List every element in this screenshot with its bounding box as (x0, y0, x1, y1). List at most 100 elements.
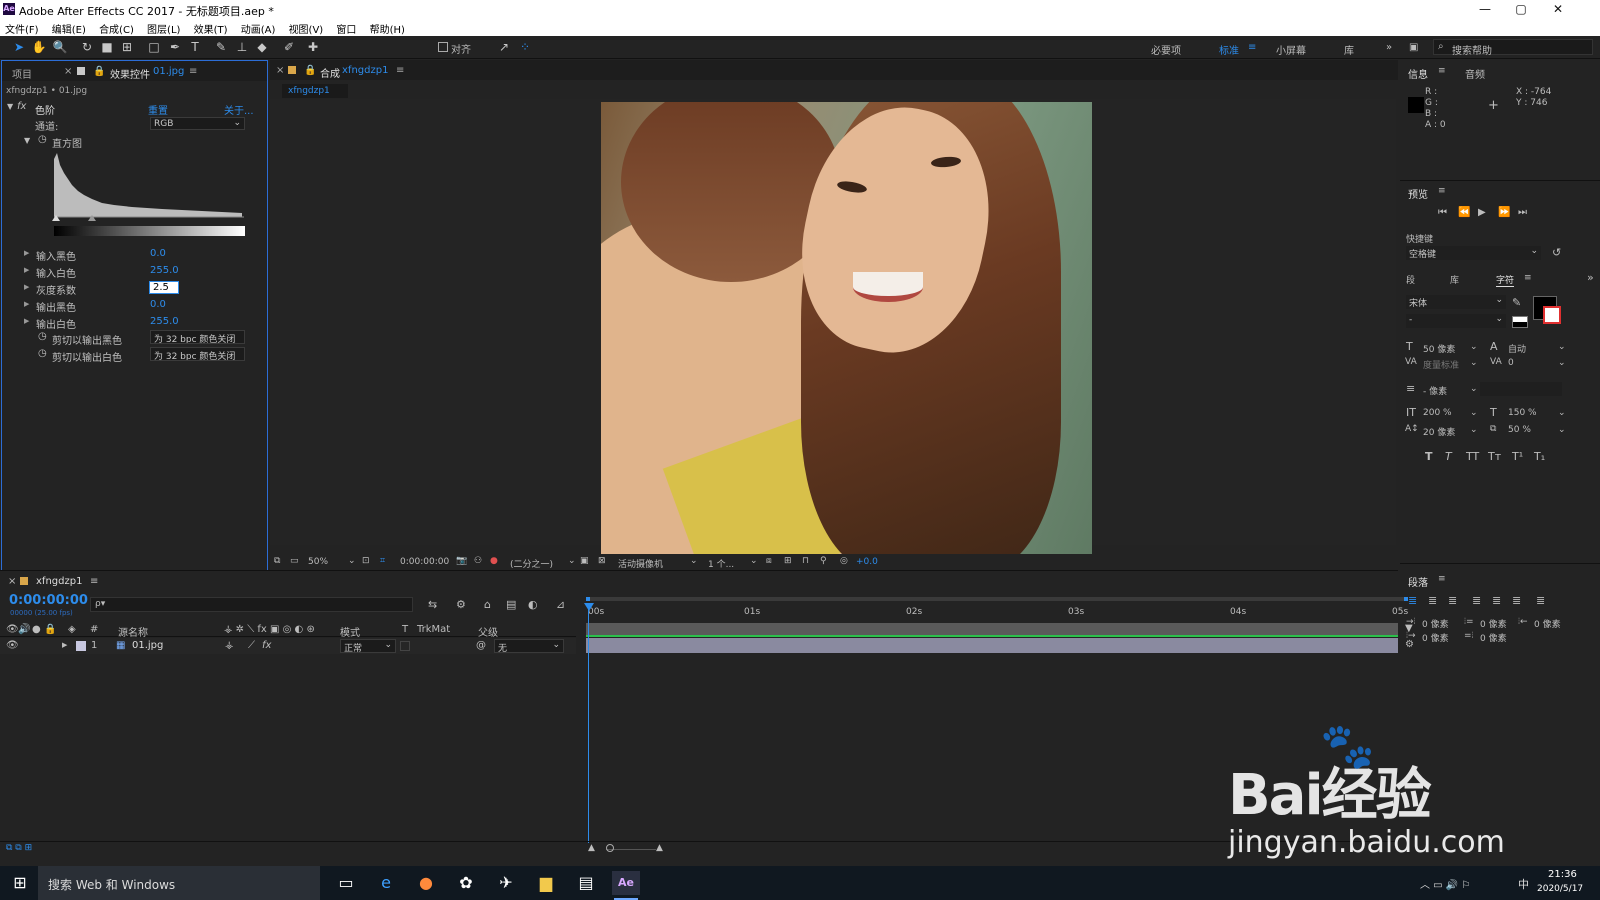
firefox-icon[interactable]: ● (414, 871, 438, 895)
hand-tool-icon[interactable]: ✋ (31, 39, 47, 55)
play-icon[interactable]: ▶ (1478, 207, 1486, 218)
close-tab-icon[interactable]: × (64, 66, 72, 77)
stroke-type-select[interactable] (1480, 382, 1562, 396)
frame-blending-icon[interactable]: ▤ (506, 598, 516, 611)
expand-icon[interactable]: ▶ (24, 249, 29, 257)
exposure-value[interactable]: +0.0 (856, 557, 878, 567)
draft-3d-icon[interactable]: ⚙ (456, 598, 466, 611)
snap-target-icon[interactable]: ⁘ (517, 39, 533, 55)
histogram-graph[interactable] (52, 153, 246, 221)
tab-character[interactable]: 字符 (1496, 273, 1515, 287)
input-white-value[interactable]: 255.0 (150, 265, 179, 276)
switches-header-icon[interactable]: ⚶ ✲ ⟍ fx ▣ ◎ ◐ ⊛ (224, 624, 315, 635)
work-area-handles[interactable] (586, 597, 1408, 601)
output-white-value[interactable]: 255.0 (150, 316, 179, 327)
tab-effect-controls[interactable]: 效果控件 (110, 66, 150, 81)
chevron-down-icon[interactable]: ⌄ (1558, 425, 1566, 435)
label-column-icon[interactable]: ◈ (68, 624, 76, 635)
color-channel-icon[interactable]: ● (490, 556, 498, 566)
panel-menu-icon[interactable]: ≡ (189, 66, 197, 77)
kerning-value[interactable]: 度量标准 (1423, 358, 1459, 371)
pan-behind-tool-icon[interactable]: ⊞ (119, 39, 135, 55)
fit-icon[interactable]: ⊡ (362, 556, 370, 566)
time-ruler[interactable]: 00s 01s 02s 03s 04s 05s (586, 605, 1408, 621)
first-line-indent-value[interactable]: 0 像素 (1422, 631, 1449, 644)
mode-header[interactable]: 模式 (340, 624, 360, 639)
chevron-down-icon[interactable]: ⌄ (1558, 358, 1566, 368)
current-time-indicator[interactable] (588, 603, 589, 843)
tracking-value[interactable]: 0 (1508, 358, 1514, 368)
windows-start-icon[interactable]: ⊞ (8, 871, 32, 895)
monitor-icon[interactable]: ▭ (290, 556, 299, 566)
clip-black-select[interactable]: 为 32 bpc 颜色关闭 (150, 330, 245, 344)
mask-icon[interactable]: ⌗ (380, 556, 385, 566)
visibility-toggle-icon[interactable]: 👁 (6, 640, 19, 651)
workspace-menu-icon[interactable]: ≡ (1248, 42, 1256, 53)
tab-effect-controls-file[interactable]: 01.jpg (153, 66, 184, 77)
pen-tool-icon[interactable]: ✒ (167, 39, 183, 55)
taskbar-search-text[interactable]: 搜索 Web 和 Windows (48, 876, 175, 893)
zoom-slider-thumb[interactable] (606, 844, 614, 852)
justify-all-icon[interactable]: ≣ (1536, 594, 1545, 607)
stopwatch-icon[interactable]: ◷ (38, 134, 47, 145)
menu-effect[interactable]: 效果(T) (189, 19, 233, 36)
rotate-tool-icon[interactable]: ↻ (79, 39, 95, 55)
align-checkbox[interactable] (438, 42, 448, 52)
chevron-down-icon[interactable]: ⌄ (1470, 408, 1478, 418)
gamma-input[interactable]: 2.5 (149, 281, 179, 294)
motion-blur-icon[interactable]: ◐ (528, 598, 538, 611)
after-effects-taskbar-icon[interactable]: Ae (612, 871, 640, 895)
tab-info[interactable]: 信息 (1408, 66, 1428, 81)
help-search-box[interactable]: ⌕ 搜索帮助 (1433, 39, 1593, 57)
help-search-input[interactable]: 搜索帮助 (1452, 42, 1492, 57)
menu-file[interactable]: 文件(F) (0, 19, 44, 36)
workspace-toggle-icon[interactable]: ▣ (1409, 42, 1418, 53)
workspace-essentials[interactable]: 必要项 (1151, 42, 1181, 57)
space-after-value[interactable]: 0 像素 (1480, 631, 1507, 644)
about-link[interactable]: 关于... (224, 102, 254, 117)
system-tray-icons[interactable]: ︿ ▭ 🔊 ⚐ (1420, 876, 1470, 891)
zoom-select[interactable]: 50% (308, 557, 328, 567)
fx-icon[interactable]: fx (17, 101, 26, 112)
shortcut-select[interactable]: 空格键 ⌄ (1406, 246, 1541, 260)
histogram-expand-icon[interactable]: ▼ (24, 136, 30, 145)
transparency-grid-icon[interactable]: ⊠ (598, 556, 606, 566)
faux-bold-icon[interactable]: T (1425, 450, 1433, 463)
comp-flowchart-icon[interactable]: ⇆ (428, 598, 437, 611)
stroke-width-value[interactable]: - 像素 (1423, 384, 1447, 397)
space-before-value[interactable]: 0 像素 (1480, 617, 1507, 630)
tab-composition[interactable]: 合成 (320, 65, 340, 80)
expand-icon[interactable]: ▶ (24, 266, 29, 274)
audio-column-icon[interactable]: 🔊 (18, 624, 30, 635)
zoom-in-icon[interactable]: ▲ (656, 843, 663, 853)
tab-audio[interactable]: 音频 (1465, 66, 1485, 81)
tab-composition-name[interactable]: xfngdzp1 (342, 65, 388, 76)
eraser-tool-icon[interactable]: ◆ (254, 39, 270, 55)
camera-tool-icon[interactable]: ■ (99, 39, 115, 55)
chevron-down-icon[interactable]: ⌄ (1470, 425, 1478, 435)
ime-indicator[interactable]: 中 (1518, 876, 1529, 892)
lock-icon[interactable]: 🔒 (304, 65, 316, 76)
layer-search-input[interactable]: ρ▾ (90, 597, 413, 612)
lock-icon[interactable]: 🔒 (93, 66, 105, 77)
align-right-icon[interactable]: ≣ (1448, 594, 1457, 607)
panel-menu-icon[interactable]: ≡ (1438, 574, 1446, 584)
chevron-down-icon[interactable]: ⌄ (568, 556, 576, 566)
source-name-header[interactable]: 源名称 (118, 624, 148, 639)
align-center-icon[interactable]: ≣ (1428, 594, 1437, 607)
chevron-down-icon[interactable]: ⌄ (750, 556, 758, 566)
always-preview-icon[interactable]: ⧉ (274, 556, 280, 566)
file-explorer-icon[interactable]: ▆ (534, 871, 558, 895)
menu-layer[interactable]: 图层(L) (142, 19, 185, 36)
panel-menu-icon[interactable]: ≡ (1438, 186, 1446, 196)
toggle-pixel-icon[interactable]: ⧈ (766, 556, 772, 566)
brush-tool-icon[interactable]: ✎ (213, 39, 229, 55)
exposure-icon[interactable]: ◎ (840, 556, 848, 566)
output-black-value[interactable]: 0.0 (150, 299, 166, 310)
layer-row[interactable]: 👁 ▶ 1 ▦ 01.jpg ⚶ ⟋ fx 正常 ⌄ @ 无 ⌄ (0, 638, 576, 654)
justify-left-icon[interactable]: ≣ (1472, 594, 1481, 607)
expand-icon[interactable]: ▶ (24, 317, 29, 325)
workspace-libraries[interactable]: 库 (1344, 42, 1354, 57)
layer-mode-select[interactable]: 正常 ⌄ (340, 639, 396, 654)
layer-duration-bar[interactable] (586, 638, 1398, 653)
